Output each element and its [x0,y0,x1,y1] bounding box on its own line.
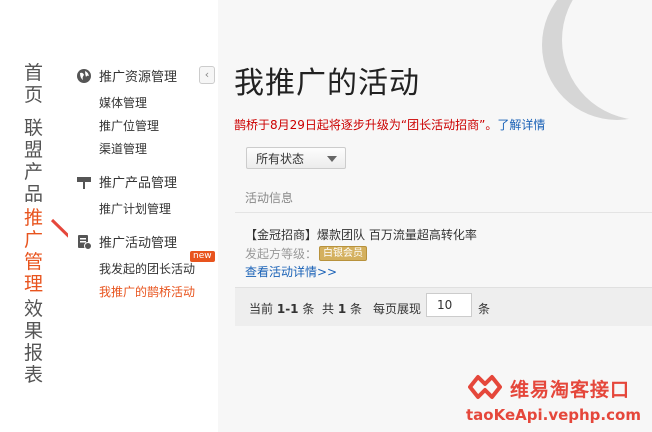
pager-current-prefix: 当前 [249,302,274,316]
main-content: 我推广的活动 鹊桥于8月29日起将逐步升级为“团长活动招商”。了解详情 所有状态… [218,0,652,432]
group-resource-title[interactable]: 推广资源管理 [76,66,177,85]
pager-total: 共 1 条 [322,300,362,317]
sidebar-item-plan[interactable]: 推广计划管理 [99,200,171,217]
sidebar-item-my-team-activity[interactable]: 我发起的团长活动 [99,260,195,277]
pager-total-suffix: 条 [350,302,363,316]
watermark-name: 维易淘客接口 [510,379,631,401]
sidebar-item-channel[interactable]: 渠道管理 [99,140,147,157]
notice-text: 鹊桥于8月29日起将逐步升级为“团长活动招商”。 [234,118,498,132]
learn-more-link[interactable]: 了解详情 [497,118,545,132]
pagination-bar: 当前 1-1 条 共 1 条 每页展现 10 条 [235,287,652,326]
divider [235,212,652,213]
pager-total-prefix: 共 [322,302,335,316]
level-label: 发起方等级： [245,247,318,261]
group-product-title[interactable]: 推广产品管理 [76,172,177,191]
sidebar: ‹ 推广资源管理 媒体管理 推广位管理 渠道管理 推广产品管理 推广计划管理 推… [68,0,218,432]
per-page-suffix: 条 [478,302,491,316]
group-activity-title[interactable]: 推广活动管理 [76,232,177,251]
column-header-activity-info: 活动信息 [245,191,294,205]
globe-icon [77,68,91,83]
per-page-input[interactable]: 10 [426,293,472,317]
group-title-label: 推广产品管理 [99,176,178,191]
nav-products[interactable]: 联盟产品 [24,117,46,205]
watermark-url: taoKeApi.vephp.com [466,406,641,424]
per-page-label: 每页展现 [373,302,422,316]
pager-current-suffix: 条 [302,302,315,316]
pager-total-count: 1 [337,302,347,316]
nav-home[interactable]: 首页 [24,62,46,106]
pager-current: 当前 1-1 条 [249,300,314,317]
chevron-down-icon [327,156,337,162]
status-filter-value: 所有状态 [256,152,305,166]
status-filter-select[interactable]: 所有状态 [246,147,346,169]
watermark-logo-icon [468,375,502,399]
silver-member-badge: 白银会员 [319,246,368,261]
activity-title: 【金冠招商】爆款团队 百万流量超高转化率 [245,228,477,242]
group-title-label: 推广资源管理 [99,70,178,85]
new-badge: new [190,251,215,262]
pager-current-range: 1-1 [276,302,299,316]
sidebar-item-adzone[interactable]: 推广位管理 [99,117,159,134]
page-title: 我推广的活动 [234,66,420,101]
group-title-label: 推广活动管理 [99,236,178,251]
sidebar-item-my-queqiao-activity[interactable]: 我推广的鹊桥活动 [99,283,195,300]
notice-banner: 鹊桥于8月29日起将逐步升级为“团长活动招商”。了解详情 [234,116,545,133]
flag-icon [77,176,91,189]
initiator-level: 发起方等级： 白银会员 [245,245,368,262]
view-activity-detail-link[interactable]: 查看活动详情>> [245,263,337,280]
sidebar-item-media[interactable]: 媒体管理 [99,94,147,111]
nav-reports[interactable]: 效果报表 [24,298,46,386]
activity-icon [78,234,92,250]
collapse-sidebar-button[interactable]: ‹ [199,66,215,84]
